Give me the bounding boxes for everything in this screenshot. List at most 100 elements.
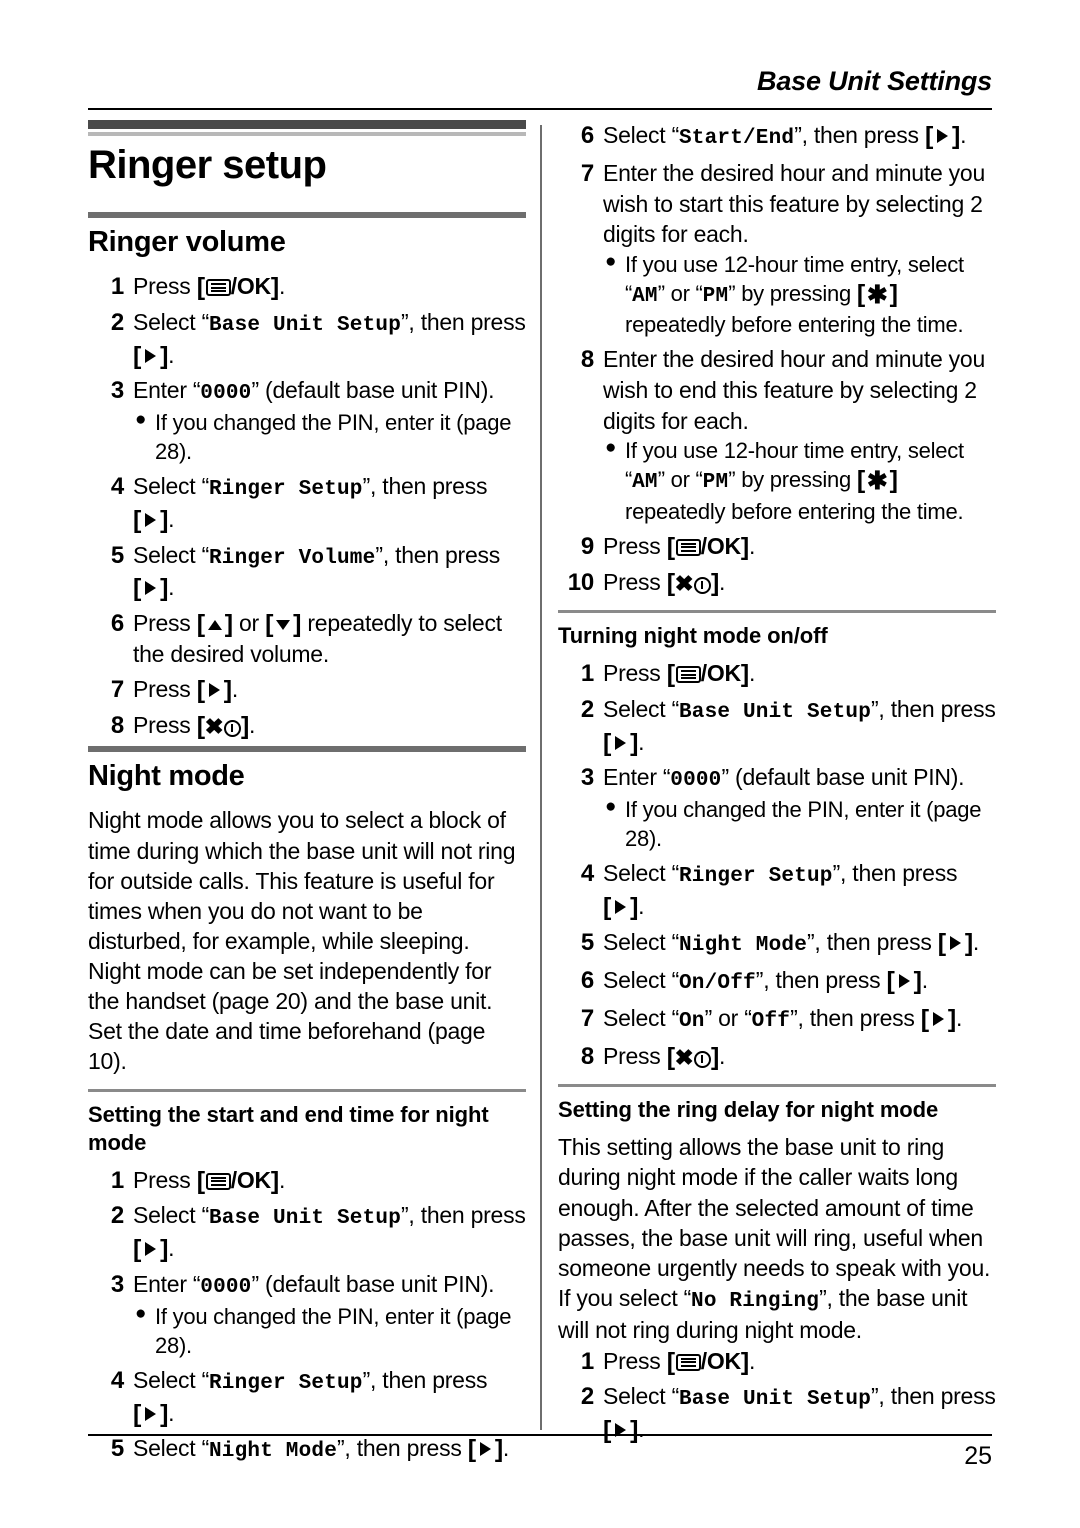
pm-string: PM [702,284,729,308]
off-power-key-icon[interactable]: [✖] [667,567,720,599]
step-item: 2 Select “Base Unit Setup”, then press [… [558,694,996,758]
step-text-mid: ” or “ [704,1004,752,1031]
step-text-pre: Enter the desired hour and minute you wi… [603,346,985,434]
step-text-post: . [638,893,645,920]
step-text-pre: Enter the desired hour and minute you wi… [603,159,985,248]
step-text-post: . [249,711,256,738]
subsection-rule-ring-delay [558,1084,996,1088]
page-number: 25 [964,1442,992,1470]
chapter-rule [88,120,526,136]
step-text-post: . [960,122,967,148]
steps-turning-on-off: 1 Press [/OK]. 2 Select “Base Unit Setup… [558,658,996,1072]
step-text-post: ” (default base unit PIN). [251,377,495,404]
step-text-pre: Press [133,676,197,703]
right-arrow-key-icon[interactable]: [] [133,1398,168,1429]
step-text-post: . [921,966,928,993]
note-text-e: ” by pressing [728,280,857,306]
menu-string: Base Unit Setup [678,1388,872,1412]
step-text-pre: Select “ [133,473,209,500]
star-key-icon[interactable]: [✱] [857,465,898,494]
menu-ok-key-icon[interactable]: [/OK] [197,271,280,302]
step-text-mid: ”, then press [871,695,996,722]
arrow-right-icon [949,935,961,950]
footer-rule [88,1434,992,1436]
am-string: AM [632,471,658,495]
am-string: AM [632,284,658,308]
phone-off-icon: ✖ [204,713,224,739]
menu-ok-key-icon[interactable]: [/OK] [197,1165,280,1196]
subsection-rule-start-end [88,1088,526,1092]
step-item: 6 Press [] or [] repeatedly to select th… [88,608,526,669]
step-item: 1 Press [/OK]. [558,1346,996,1377]
step-item: 1 Press [/OK]. [558,658,996,689]
step-text-post: . [168,505,175,532]
step-text-post: . [278,1166,286,1193]
step-text-pre: Press [133,711,197,738]
pin-string: 0000 [200,1275,252,1299]
step-text-post: . [748,532,756,559]
right-arrow-key-icon[interactable]: [] [887,965,922,996]
down-arrow-key-icon[interactable]: [] [265,608,301,639]
no-ringing-string: No Ringing [691,1289,820,1313]
steps-start-end-left: 1 Press [/OK]. 2 Select “Base Unit Setup… [88,1165,526,1466]
step-notes: ● If you use 12-hour time entry, select “… [603,436,996,526]
right-arrow-key-icon[interactable]: [] [133,572,168,603]
off-power-key-icon[interactable]: [✖] [197,710,250,742]
step-number: 2 [580,1383,594,1411]
step-text-pre: Select “ [133,541,209,568]
star-icon: ✱ [866,280,888,309]
step-text-pre: Select “ [603,695,679,722]
step-text-post: . [748,1347,756,1374]
note-item: ● If you changed the PIN, enter it (page … [133,408,526,466]
step-item: 2 Select “Base Unit Setup”, then press [… [88,307,526,371]
step-number: 10 [567,568,594,596]
menu-ok-key-icon[interactable]: [/OK] [667,1346,750,1377]
phone-off-icon: ✖ [674,570,694,596]
menu-string: Night Mode [678,933,808,957]
arrow-right-icon [145,1242,157,1257]
menu-icon [675,1353,701,1371]
right-arrow-key-icon[interactable]: [] [603,891,638,922]
note-item: ● If you use 12-hour time entry, select “… [603,250,996,340]
right-arrow-key-icon[interactable]: [] [197,674,232,705]
step-number: 8 [110,711,124,739]
note-text: If you changed the PIN, enter it (page 2… [155,410,512,465]
step-text-mid: ”, then press [871,1383,996,1410]
menu-icon [205,1172,231,1190]
right-arrow-key-icon[interactable]: [] [603,727,638,758]
step-text-pre: Press [603,532,667,559]
right-arrow-key-icon[interactable]: [] [925,120,960,151]
step-number: 3 [110,1270,124,1298]
arrow-right-icon [145,348,157,363]
chapter-rule-light [88,132,526,136]
right-arrow-key-icon[interactable]: [] [133,1233,168,1264]
arrow-down-icon [276,620,291,631]
step-text-post: . [955,1004,963,1031]
star-key-icon[interactable]: [✱] [857,279,898,308]
right-arrow-key-icon[interactable]: [] [921,1003,956,1034]
right-arrow-key-icon[interactable]: [] [133,340,168,371]
step-text-mid: ”, then press [401,308,526,335]
step-text-post: . [748,660,756,687]
right-arrow-key-icon[interactable]: [] [938,927,973,958]
power-icon [693,1050,711,1068]
step-item: 4 Select “Ringer Setup”, then press []. [88,471,526,535]
menu-ok-key-icon[interactable]: [/OK] [667,658,750,689]
step-text-pre: Press [603,660,667,687]
step-text-post: . [168,341,175,368]
up-arrow-key-icon[interactable]: [] [197,608,233,639]
header-rule [88,108,992,110]
off-power-key-icon[interactable]: [✖] [667,1041,720,1073]
step-text-post: . [719,568,726,595]
right-arrow-key-icon[interactable]: [] [133,504,168,535]
right-arrow-key-icon[interactable]: [] [603,1414,638,1445]
step-text-mid: ”, then press [362,1366,488,1393]
menu-string: Ringer Setup [208,1371,363,1395]
subsection-title-on-off: Turning night mode on/off [558,623,828,649]
step-number: 5 [110,541,124,569]
step-item: 3 Enter “0000” (default base unit PIN). … [88,1269,526,1360]
menu-ok-key-icon[interactable]: [/OK] [667,531,750,562]
section-title-night-mode: Night mode [88,760,245,793]
step-text-pre: Select “ [603,1004,679,1031]
step-number: 1 [580,660,594,688]
